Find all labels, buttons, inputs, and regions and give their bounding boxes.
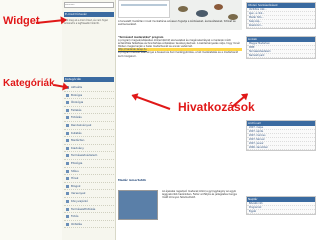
widget-body: Add meg az e-mail címed, és nem fogsz le… <box>64 19 108 25</box>
category-item[interactable]: Fellelés <box>64 107 114 115</box>
bullet-icon <box>66 101 69 105</box>
category-item[interactable]: Hírek <box>64 175 114 183</box>
category-item[interactable]: Madártan <box>64 137 114 145</box>
main-article: "Természet madarakkal" program A program… <box>118 36 242 58</box>
sub-article-image <box>118 190 158 220</box>
category-item[interactable]: Kutatás <box>64 130 114 138</box>
arrow-icon <box>53 84 68 89</box>
category-item[interactable]: Etológia <box>64 160 114 168</box>
bullet-icon <box>66 93 69 97</box>
calendar-box: Naptár Bővebb info Programok Egyéb <box>246 196 316 215</box>
recent-comments-box: Utolsó hozzászólások Vérfoltos cikk... I… <box>246 2 316 29</box>
box-link[interactable]: Egyéb <box>247 210 315 214</box>
intro-text: A tervezett madártani rovat munkatársa s… <box>118 20 236 27</box>
category-item[interactable]: Aktuális <box>64 84 114 92</box>
bullet-icon <box>66 139 69 143</box>
widget-header: E-mail hírlevél <box>64 12 114 17</box>
bullet-icon <box>66 154 69 158</box>
bullet-icon <box>66 131 69 135</box>
bullet-icon <box>66 222 69 226</box>
sub-article-text: Az éjszakai ragadozó madarak közül a gyö… <box>162 190 237 200</box>
bullet-icon <box>66 215 69 219</box>
arrow-icon <box>35 18 66 24</box>
bullet-icon <box>66 177 69 181</box>
category-item[interactable]: Stílus <box>64 168 114 176</box>
bullet-icon <box>66 192 69 196</box>
box-link[interactable]: Köszönöm... <box>247 24 315 28</box>
bullet-icon <box>66 184 69 188</box>
article-body-2: A program kiemelt eseményei a tavaszi és… <box>118 51 238 58</box>
category-item[interactable]: Kiadvány <box>64 145 114 153</box>
box-link[interactable]: 2006. december <box>247 146 315 150</box>
category-item[interactable]: Könyvajánló <box>64 198 114 206</box>
sub-article-title[interactable]: Madár ismertetők <box>118 178 242 182</box>
annotation-widget: Widget <box>3 15 40 27</box>
bullet-icon <box>66 207 69 211</box>
category-item[interactable]: Biológia <box>64 92 114 100</box>
box-link[interactable]: Nemzeti park <box>247 54 315 58</box>
category-list: Aktuális Biológia Ökológia Fellelés Fotó… <box>64 84 114 229</box>
categories-header: Kategóriák <box>64 77 114 82</box>
category-item[interactable]: Fotós <box>64 213 114 221</box>
category-item[interactable]: Ökológia <box>64 99 114 107</box>
right-sidebar: Utolsó hozzászólások Vérfoltos cikk... I… <box>244 0 320 240</box>
bullet-icon <box>66 123 69 127</box>
annotation-categories: Kategóriák <box>3 78 55 89</box>
bullet-icon <box>66 116 69 120</box>
category-item[interactable]: Fotózás <box>64 114 114 122</box>
bullet-icon <box>66 169 69 173</box>
links-box: Linkek Magyar Madártani MME Természetvéd… <box>246 36 316 59</box>
category-item[interactable]: Blogok <box>64 183 114 191</box>
article-body: A program megvalósításában közreműködő s… <box>118 39 240 49</box>
archive-box: Archívum 2007. május 2007. április 2007.… <box>246 120 316 151</box>
banner-image <box>118 0 170 18</box>
left-sidebar: E-mail hírlevél Add meg az e-mail címed,… <box>62 0 116 240</box>
bullet-icon <box>66 161 69 165</box>
category-item[interactable]: Természetvédelem <box>64 152 114 160</box>
bullet-icon <box>66 199 69 203</box>
search-input[interactable] <box>64 2 114 8</box>
category-item[interactable]: Versenyek <box>64 190 114 198</box>
category-item[interactable]: Oktatás <box>64 221 114 229</box>
bullet-icon <box>66 146 69 150</box>
bullet-icon <box>66 108 69 112</box>
annotation-links: Hivatkozások <box>178 100 255 114</box>
category-item[interactable]: Természetfotózás <box>64 206 114 214</box>
category-item[interactable]: Rendezvények <box>64 122 114 130</box>
